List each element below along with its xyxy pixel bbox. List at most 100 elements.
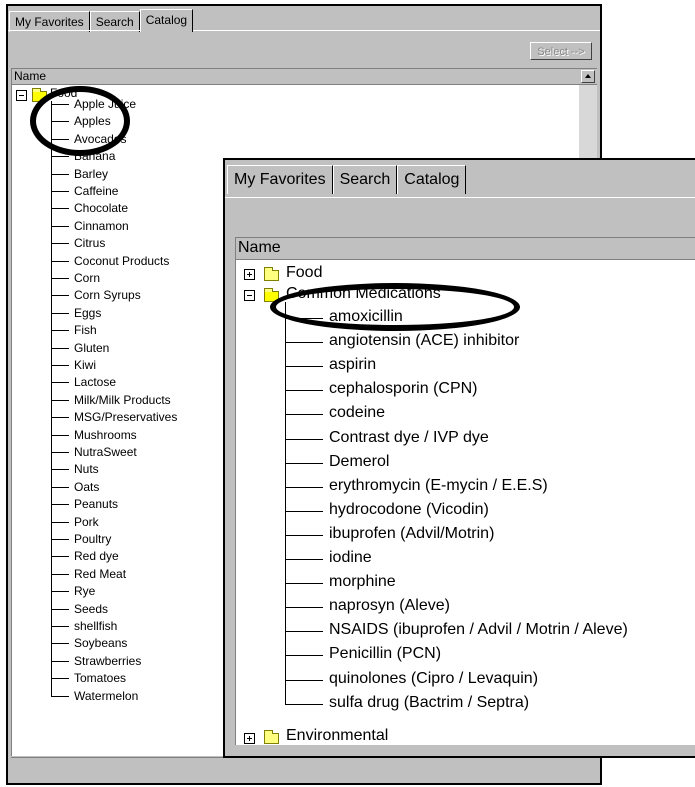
tab-my-favorites[interactable]: My Favorites [227, 165, 333, 194]
list-item[interactable]: Pork [74, 515, 99, 529]
list-item[interactable]: amoxicillin [329, 308, 403, 326]
tab-search[interactable]: Search [89, 11, 140, 32]
list-item[interactable]: Corn Syrups [74, 288, 141, 302]
list-item[interactable]: Demerol [329, 453, 389, 471]
list-item[interactable]: iodine [329, 549, 372, 567]
catalog-tree-front[interactable]: Name Food Common Medications amoxicillin… [235, 237, 695, 745]
list-item[interactable]: Soybeans [74, 636, 127, 650]
select-button[interactable]: Select --> [530, 42, 592, 60]
open-folder-icon [264, 288, 279, 302]
list-item[interactable]: Red dye [74, 549, 119, 563]
collapse-common-medications-icon[interactable] [244, 290, 255, 301]
list-item[interactable]: Apple Juice [74, 97, 136, 111]
tree-branch-line [285, 414, 323, 416]
tree-branch-line [285, 631, 323, 633]
tab-catalog[interactable]: Catalog [397, 165, 467, 194]
list-item[interactable]: Red Meat [74, 567, 126, 581]
tree-branch-line [51, 469, 69, 471]
tree-branch-line [285, 318, 323, 319]
tree-branch-line [51, 417, 69, 419]
list-item[interactable]: Rye [74, 584, 95, 598]
tree-branch-line [285, 583, 323, 585]
list-item[interactable]: sulfa drug (Bactrim / Septra) [329, 694, 529, 712]
list-item[interactable]: Contrast dye / IVP dye [329, 429, 489, 447]
tree-branch-line [51, 678, 69, 680]
list-item[interactable]: Mushrooms [74, 428, 137, 442]
tree-branch-line [51, 399, 69, 401]
list-item[interactable]: Kiwi [74, 358, 96, 372]
name-column-header[interactable]: Name [12, 69, 597, 85]
tree-branch-line [285, 607, 323, 609]
catalog-window-front: My Favorites Search Catalog Name Food Co… [223, 158, 695, 758]
list-item[interactable]: Strawberries [74, 654, 141, 668]
tree-branch-line [285, 655, 323, 657]
tree-branch-line [285, 679, 323, 681]
list-item[interactable]: Seeds [74, 602, 108, 616]
tree-branch-line [51, 347, 69, 349]
tree-branch-line [51, 208, 69, 210]
tab-search[interactable]: Search [332, 165, 398, 194]
list-item[interactable]: aspirin [329, 356, 376, 374]
list-item[interactable]: Coconut Products [74, 254, 169, 268]
list-item[interactable]: Corn [74, 271, 100, 285]
list-item[interactable]: Penicillin (PCN) [329, 645, 441, 663]
collapse-food-icon[interactable] [16, 90, 27, 101]
list-item[interactable]: shellfish [74, 619, 117, 633]
list-item[interactable]: Caffeine [74, 184, 118, 198]
list-item[interactable]: Peanuts [74, 497, 118, 511]
list-item[interactable]: Chocolate [74, 201, 128, 215]
expand-environmental-icon[interactable] [244, 733, 255, 744]
list-item[interactable]: Poultry [74, 532, 111, 546]
tree-branch-line [51, 365, 69, 366]
list-item[interactable]: codeine [329, 404, 385, 422]
column-header-label: Name [238, 239, 281, 256]
list-item[interactable]: quinolones (Cipro / Levaquin) [329, 670, 538, 688]
tree-branch-line [51, 521, 69, 523]
list-item[interactable]: Avocados [74, 132, 126, 146]
list-item[interactable]: Citrus [74, 236, 105, 250]
list-item[interactable]: Apples [74, 114, 111, 128]
status-bar [11, 757, 597, 780]
tree-branch-line [51, 156, 69, 158]
tree-branch-line [51, 173, 69, 175]
list-item[interactable]: erythromycin (E-mycin / E.E.S) [329, 477, 548, 495]
name-column-header[interactable]: Name [236, 238, 695, 260]
list-item[interactable]: NutraSweet [74, 445, 137, 459]
tree-branch-line [285, 390, 323, 392]
list-item[interactable]: NSAIDS (ibuprofen / Advil / Motrin / Ale… [329, 621, 628, 639]
list-item[interactable]: Banana [74, 149, 115, 163]
list-item[interactable]: ibuprofen (Advil/Motrin) [329, 525, 494, 543]
tree-connector-line [285, 302, 286, 704]
list-item[interactable]: MSG/Preservatives [74, 410, 177, 424]
list-item[interactable]: Watermelon [74, 689, 138, 703]
list-item[interactable]: Nuts [74, 462, 99, 476]
list-item[interactable]: Gluten [74, 341, 109, 355]
tree-branch-line [51, 312, 69, 314]
tree-branch-line [285, 366, 323, 368]
folder-environmental-label[interactable]: Environmental [286, 727, 388, 745]
list-item[interactable]: morphine [329, 573, 396, 591]
scroll-up-button[interactable] [581, 70, 595, 83]
tab-catalog[interactable]: Catalog [139, 9, 194, 32]
list-item[interactable]: Lactose [74, 375, 116, 389]
list-item[interactable]: naprosyn (Aleve) [329, 597, 450, 615]
list-item[interactable]: angiotensin (ACE) inhibitor [329, 332, 519, 350]
expand-food-icon[interactable] [244, 269, 255, 280]
list-item[interactable]: Tomatoes [74, 671, 126, 685]
tree-branch-line [51, 486, 69, 488]
list-item[interactable]: Fish [74, 323, 97, 337]
list-item[interactable]: Barley [74, 167, 108, 181]
list-item[interactable]: Oats [74, 480, 99, 494]
tree-branch-line [51, 191, 69, 192]
list-item[interactable]: Eggs [74, 306, 101, 320]
list-item[interactable]: cephalosporin (CPN) [329, 380, 478, 398]
list-item[interactable]: Milk/Milk Products [74, 393, 171, 407]
tree-branch-line [51, 295, 69, 297]
list-item[interactable]: hydrocodone (Vicodin) [329, 501, 489, 519]
tree-branch-line [51, 573, 69, 575]
tab-strip: My Favorites Search Catalog [9, 8, 194, 32]
folder-food-label[interactable]: Food [286, 264, 322, 282]
list-item[interactable]: Cinnamon [74, 219, 129, 233]
folder-common-medications-label[interactable]: Common Medications [286, 285, 441, 303]
tab-my-favorites[interactable]: My Favorites [9, 11, 90, 32]
